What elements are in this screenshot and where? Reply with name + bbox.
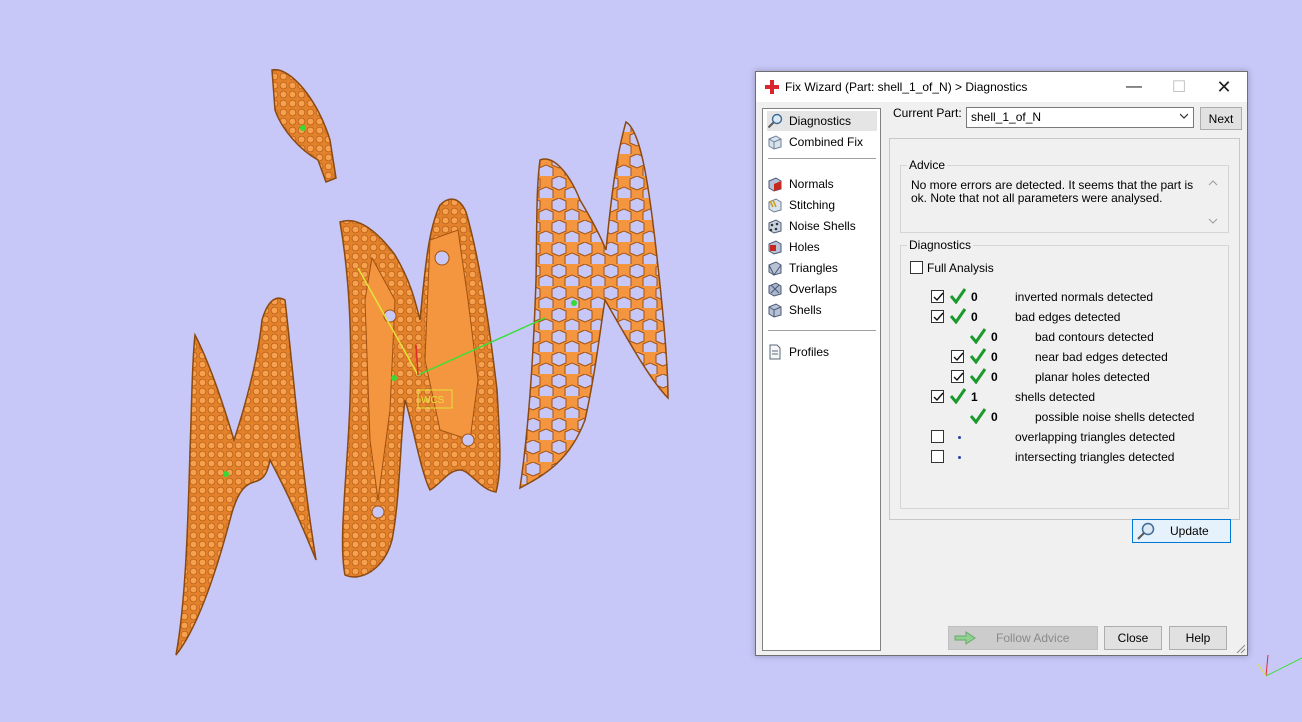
full-analysis-label: Full Analysis <box>927 261 994 275</box>
axis-triad-icon <box>1257 654 1302 677</box>
title-bar[interactable]: Fix Wizard (Part: shell_1_of_N) > Diagno… <box>756 72 1247 102</box>
next-button[interactable]: Next <box>1200 107 1242 130</box>
magnifier-icon <box>767 113 783 129</box>
checkmark-icon <box>970 348 986 364</box>
diagnostics-panel: Advice No more errors are detected. It s… <box>889 138 1240 543</box>
resize-grip-icon[interactable] <box>1234 642 1246 654</box>
row-label: near bad edges detected <box>1035 350 1168 364</box>
close-window-button[interactable]: ✕ <box>1201 72 1247 102</box>
document-icon <box>769 344 781 360</box>
count: 1 <box>971 390 978 404</box>
advice-group: Advice No more errors are detected. It s… <box>900 158 1229 233</box>
nav-separator <box>768 330 876 331</box>
shells-icon <box>768 303 782 318</box>
nav-item-label: Diagnostics <box>789 114 852 128</box>
update-label: Update <box>1170 524 1209 538</box>
nav-item-label: Profiles <box>789 345 830 359</box>
full-analysis-checkbox[interactable] <box>910 261 923 274</box>
row-label: bad edges detected <box>1015 310 1121 324</box>
nav-separator <box>768 158 876 159</box>
update-button[interactable]: Update <box>1132 519 1231 543</box>
follow-advice-label: Follow Advice <box>996 631 1070 645</box>
advice-text: No more errors are detected. It seems th… <box>911 178 1194 205</box>
model-letter-left <box>175 297 317 656</box>
help-button[interactable]: Help <box>1169 626 1227 650</box>
checkmark-icon <box>950 388 966 404</box>
minimize-button[interactable]: — <box>1111 72 1157 102</box>
nav-item-holes[interactable]: Holes <box>767 237 877 257</box>
count: 0 <box>991 350 998 364</box>
close-button[interactable]: Close <box>1104 626 1162 650</box>
nav-item-label: Holes <box>789 240 820 254</box>
row-label: intersecting triangles detected <box>1015 450 1175 464</box>
chevron-down-icon <box>1180 113 1188 119</box>
advice-scrollbar[interactable] <box>1208 179 1218 225</box>
dialog-title: Fix Wizard (Part: shell_1_of_N) > Diagno… <box>785 80 1028 94</box>
checkmark-icon <box>970 408 986 424</box>
count: 0 <box>971 290 978 304</box>
red-cross-icon <box>765 80 779 94</box>
checkmark-icon <box>970 328 986 344</box>
count: 0 <box>991 370 998 384</box>
fix-wizard-dialog: Fix Wizard (Part: shell_1_of_N) > Diagno… <box>755 71 1248 656</box>
nav-item-label: Noise Shells <box>789 219 856 233</box>
nav-item-label: Combined Fix <box>789 135 864 149</box>
magnifier-icon <box>1137 522 1155 540</box>
nav-item-stitching[interactable]: Stitching <box>767 195 877 215</box>
checkmark-icon <box>950 308 966 324</box>
nav-item-triangles[interactable]: Triangles <box>767 258 877 278</box>
count: 0 <box>991 330 998 344</box>
normals-cube-icon <box>768 177 782 192</box>
stitching-icon <box>768 198 782 213</box>
nav-item-shells[interactable]: Shells <box>767 300 877 320</box>
planar-holes-checkbox[interactable] <box>951 370 964 383</box>
overlaps-icon <box>768 282 782 297</box>
noise-shells-icon <box>768 219 782 234</box>
nav-item-label: Overlaps <box>789 282 838 296</box>
checkmark-icon <box>950 288 966 304</box>
row-label: bad contours detected <box>1035 330 1154 344</box>
nav-item-label: Shells <box>789 303 822 317</box>
count: 0 <box>991 410 998 424</box>
diagnostics-group: Diagnostics Full Analysis 0 inverted nor… <box>900 238 1231 543</box>
nav-item-overlaps[interactable]: Overlaps <box>767 279 877 299</box>
current-part-select[interactable]: shell_1_of_N <box>966 107 1194 128</box>
wizard-nav: Diagnostics Combined Fix Normals Stitchi… <box>762 108 881 651</box>
bad-edges-checkbox[interactable] <box>931 310 944 323</box>
model-letter-right <box>519 120 669 490</box>
not-analysed-dot-icon <box>958 436 961 439</box>
inverted-normals-checkbox[interactable] <box>931 290 944 303</box>
not-analysed-dot-icon <box>958 456 961 459</box>
nav-item-profiles[interactable]: Profiles <box>767 342 877 362</box>
nav-item-label: Triangles <box>789 261 838 275</box>
triangles-icon <box>768 261 782 276</box>
holes-icon <box>768 240 782 255</box>
row-label: planar holes detected <box>1035 370 1150 384</box>
wcs-label: WCS <box>421 395 445 406</box>
nav-item-label: Normals <box>789 177 834 191</box>
nav-item-normals[interactable]: Normals <box>767 174 877 194</box>
nav-item-combined-fix[interactable]: Combined Fix <box>767 132 877 152</box>
diagnostics-group-label: Diagnostics <box>907 238 974 252</box>
cube-icon <box>768 135 782 150</box>
overlapping-triangles-checkbox[interactable] <box>931 430 944 443</box>
arrow-right-icon <box>954 631 976 645</box>
current-part-value: shell_1_of_N <box>971 110 1042 124</box>
maximize-button[interactable]: ☐ <box>1156 72 1202 102</box>
follow-advice-button[interactable]: Follow Advice <box>948 626 1098 650</box>
intersecting-triangles-checkbox[interactable] <box>931 450 944 463</box>
nav-item-noise-shells[interactable]: Noise Shells <box>767 216 877 236</box>
row-label: shells detected <box>1015 390 1096 404</box>
row-label: possible noise shells detected <box>1035 410 1195 424</box>
checkmark-icon <box>970 368 986 384</box>
row-label: overlapping triangles detected <box>1015 430 1176 444</box>
near-bad-edges-checkbox[interactable] <box>951 350 964 363</box>
row-label: inverted normals detected <box>1015 290 1154 304</box>
nav-item-label: Stitching <box>789 198 836 212</box>
count: 0 <box>971 310 978 324</box>
advice-group-label: Advice <box>907 158 948 172</box>
shells-checkbox[interactable] <box>931 390 944 403</box>
nav-item-diagnostics[interactable]: Diagnostics <box>767 111 877 131</box>
current-part-label: Current Part: <box>893 106 962 120</box>
